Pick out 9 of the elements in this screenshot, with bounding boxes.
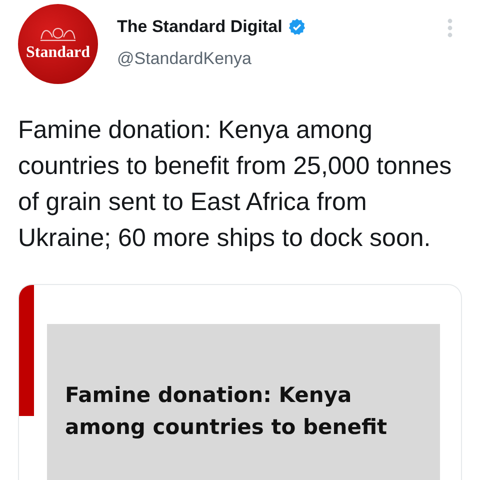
card-headline: Famine donation: Kenya among countries to benefit [65,382,388,441]
more-options-icon[interactable] [447,18,453,38]
crest-icon [38,26,78,42]
account-name[interactable]: The Standard Digital [117,17,282,37]
link-card[interactable]: Famine donation: Kenya among countries to benefit [18,284,462,480]
avatar[interactable]: Standard [18,4,98,84]
logo-text: Standard [26,44,90,62]
tweet-text: Famine donation: Kenya among countries to benefit from 25,000 tonnes of grain sent to East Africa from Ukraine; 60 more ships to dock soon. [18,115,453,254]
account-handle[interactable]: @StandardKenya [117,49,447,69]
